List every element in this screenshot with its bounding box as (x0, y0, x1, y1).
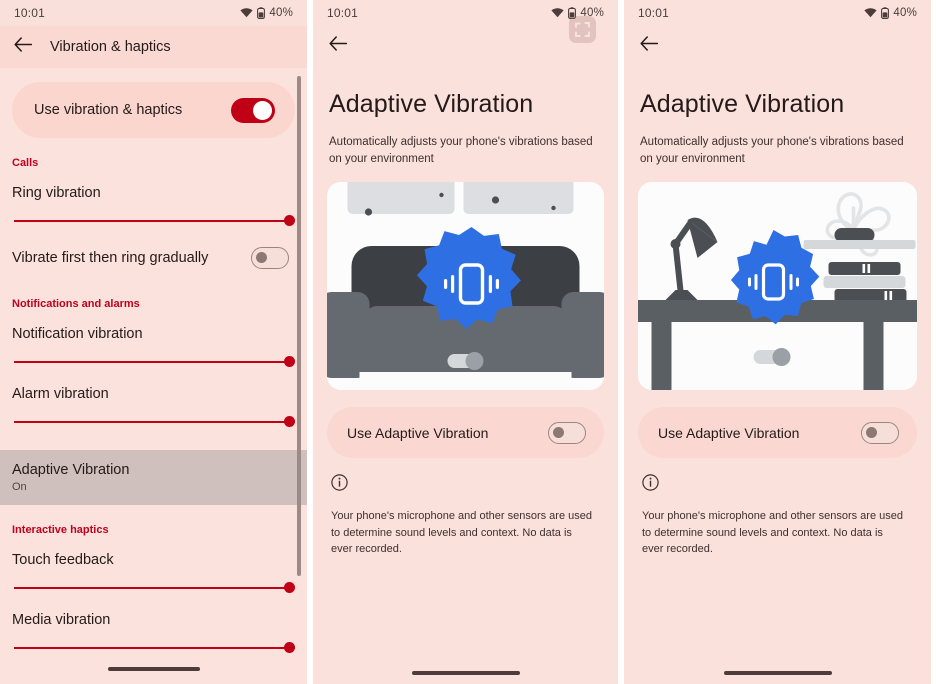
page-title: Adaptive Vibration (640, 90, 845, 118)
page-subtitle: Automatically adjusts your phone's vibra… (640, 136, 904, 165)
adaptive-vibration-state: On (12, 481, 27, 493)
status-time: 10:01 (638, 6, 670, 20)
slider-track (14, 587, 287, 589)
status-time: 10:01 (14, 6, 46, 20)
media-vibration-slider[interactable] (12, 636, 295, 660)
slider-knob[interactable] (284, 356, 295, 367)
battery-percent: 40% (893, 7, 917, 19)
screenshot-root: 10:01 40% Vibration & haptics Use vibrat… (0, 0, 937, 684)
setting-media-vibration[interactable]: Media vibration (0, 600, 307, 660)
scrollbar[interactable] (297, 76, 301, 576)
section-header-interactive-haptics: Interactive haptics (12, 524, 109, 536)
slider-knob[interactable] (284, 582, 295, 593)
slider-knob[interactable] (284, 642, 295, 653)
adaptive-vibration-toggle-label: Use Adaptive Vibration (347, 424, 489, 441)
home-indicator[interactable] (723, 671, 832, 675)
status-bar: 10:01 40% (624, 0, 931, 26)
slider-track (14, 647, 287, 649)
adaptive-vibration-title: Adaptive Vibration (12, 462, 130, 478)
master-toggle-label: Use vibration & haptics (34, 102, 183, 118)
setting-label: Touch feedback (12, 552, 114, 568)
back-arrow-icon[interactable] (14, 37, 33, 57)
battery-percent: 40% (269, 7, 293, 19)
slider-track (14, 220, 287, 222)
slider-track (14, 361, 287, 363)
app-bar: Vibration & haptics (0, 26, 307, 68)
setting-touch-feedback[interactable]: Touch feedback (0, 540, 307, 600)
battery-icon (881, 7, 890, 19)
home-indicator[interactable] (411, 671, 520, 675)
battery-icon (257, 7, 266, 19)
setting-label: Vibrate first then ring gradually (12, 250, 209, 266)
slider-knob[interactable] (284, 416, 295, 427)
slider-track (14, 421, 287, 423)
setting-adaptive-vibration[interactable]: Adaptive Vibration On (0, 450, 307, 505)
settings-list: Use vibration & haptics Calls Ring vibra… (0, 68, 307, 684)
slider-knob[interactable] (284, 215, 295, 226)
setting-notification-vibration[interactable]: Notification vibration (0, 314, 307, 374)
wifi-icon (551, 8, 564, 18)
touch-feedback-slider[interactable] (12, 576, 295, 600)
home-indicator[interactable] (107, 667, 200, 671)
setting-ring-vibration[interactable]: Ring vibration (0, 173, 307, 233)
info-icon (624, 458, 931, 496)
master-toggle-row[interactable]: Use vibration & haptics (12, 82, 295, 138)
panel-adaptive-vibration-desk: 10:01 40% Adaptive Vibration Automatical… (624, 0, 931, 684)
adaptive-vibration-switch[interactable] (861, 421, 899, 444)
adaptive-vibration-toggle-row[interactable]: Use Adaptive Vibration (638, 407, 917, 459)
master-toggle-switch[interactable] (231, 97, 275, 123)
adaptive-vibration-toggle-row[interactable]: Use Adaptive Vibration (327, 407, 604, 459)
panel-adaptive-vibration-couch: 10:01 40% Adaptive Vibration Automatical… (313, 0, 618, 684)
couch-vibration-illustration (327, 182, 604, 391)
top-bar (624, 26, 931, 66)
info-icon (313, 458, 618, 496)
page-title: Adaptive Vibration (329, 90, 534, 118)
section-header-calls: Calls (12, 157, 39, 169)
info-text: Your phone's microphone and other sensor… (642, 510, 903, 556)
status-indicators: 40% (240, 7, 293, 19)
back-arrow-icon[interactable] (329, 36, 348, 56)
wifi-icon (240, 8, 253, 18)
info-text: Your phone's microphone and other sensor… (331, 510, 592, 556)
section-header-notifications: Notifications and alarms (12, 298, 140, 310)
page-title: Vibration & haptics (50, 39, 171, 55)
page-subtitle: Automatically adjusts your phone's vibra… (329, 136, 593, 165)
wifi-icon (864, 8, 877, 18)
status-time: 10:01 (327, 6, 359, 20)
adaptive-vibration-switch[interactable] (548, 421, 586, 444)
panel-vibration-haptics: 10:01 40% Vibration & haptics Use vibrat… (0, 0, 307, 684)
notification-vibration-slider[interactable] (12, 350, 295, 374)
alarm-vibration-slider[interactable] (12, 410, 295, 434)
vibrate-first-switch[interactable] (251, 247, 289, 269)
fullscreen-icon[interactable] (569, 16, 596, 43)
adaptive-vibration-toggle-label: Use Adaptive Vibration (658, 424, 800, 441)
ring-vibration-slider[interactable] (12, 209, 295, 233)
desk-vibration-illustration (638, 182, 917, 391)
back-arrow-icon[interactable] (640, 36, 659, 56)
setting-vibrate-first-then-ring[interactable]: Vibrate first then ring gradually (0, 233, 307, 279)
setting-label: Alarm vibration (12, 386, 109, 402)
setting-label: Ring vibration (12, 185, 101, 201)
status-bar: 10:01 40% (0, 0, 307, 26)
setting-label: Media vibration (12, 612, 111, 628)
setting-alarm-vibration[interactable]: Alarm vibration (0, 374, 307, 434)
setting-label: Notification vibration (12, 326, 143, 342)
status-indicators: 40% (864, 7, 917, 19)
